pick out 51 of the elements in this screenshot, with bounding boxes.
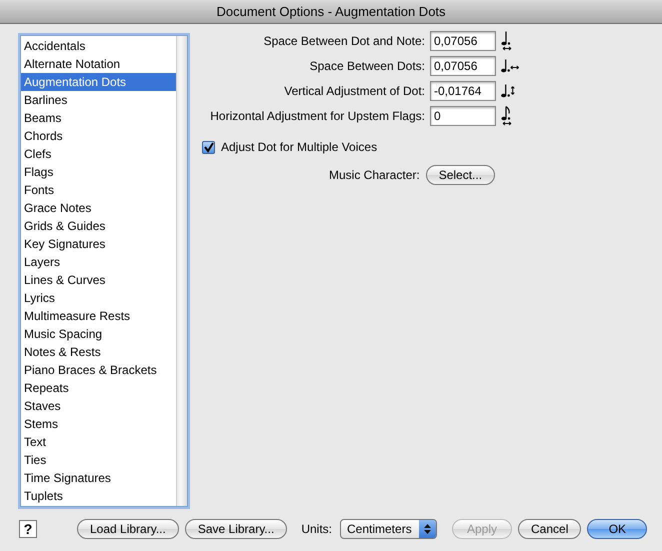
input-field[interactable]: -0,01764 <box>430 81 496 101</box>
checkbox-label: Adjust Dot for Multiple Voices <box>221 139 378 156</box>
list-item[interactable]: Augmentation Dots <box>21 73 176 91</box>
window-title: Document Options - Augmentation Dots <box>216 2 446 21</box>
list-item[interactable]: Repeats <box>21 379 176 397</box>
list-item[interactable]: Layers <box>21 253 176 271</box>
dialog-button[interactable]: Cancel <box>518 519 582 539</box>
note-dot-icon <box>501 106 512 126</box>
field-label: Music Character: <box>329 167 420 184</box>
list-item[interactable]: Multimeasure Rests <box>21 307 176 325</box>
note-dot-icon <box>501 31 512 51</box>
input-field[interactable]: 0 <box>430 106 496 126</box>
select-button[interactable]: Select... <box>426 165 496 185</box>
list-item[interactable]: Notes & Rests <box>21 343 176 361</box>
input-field[interactable]: 0,07056 <box>430 31 496 51</box>
list-item[interactable]: Time Signatures <box>21 469 176 487</box>
field-label: Vertical Adjustment of Dot: <box>284 83 425 100</box>
list-item[interactable]: Ties <box>21 451 176 469</box>
stepper-icon <box>424 523 431 535</box>
note-dot-icon <box>501 59 520 73</box>
input-field[interactable]: 0,07056 <box>430 56 496 76</box>
list-item[interactable]: Barlines <box>21 91 176 109</box>
field-label: Space Between Dots: <box>310 58 425 75</box>
list-item[interactable]: Lyrics <box>21 289 176 307</box>
list-item[interactable]: Tuplets <box>21 487 176 505</box>
list-item[interactable]: Lines & Curves <box>21 271 176 289</box>
list-item[interactable]: Flags <box>21 163 176 181</box>
units-label: Units: <box>301 521 332 538</box>
field-label: Space Between Dot and Note: <box>264 33 425 50</box>
list-item[interactable]: Fonts <box>21 181 176 199</box>
checkbox[interactable] <box>202 140 215 154</box>
list-item[interactable]: Beams <box>21 109 176 127</box>
list-item[interactable]: Staves <box>21 397 176 415</box>
library-button[interactable]: Load Library... <box>77 519 179 539</box>
field-label: Horizontal Adjustment for Upstem Flags: <box>210 108 425 125</box>
help-button[interactable]: ? <box>19 520 37 538</box>
list-item[interactable]: Stems <box>21 415 176 433</box>
units-dropdown[interactable]: Centimeters <box>340 519 437 539</box>
list-item[interactable]: Grace Notes <box>21 199 176 217</box>
dialog-button[interactable]: OK <box>587 519 648 539</box>
list-item[interactable]: Accidentals <box>21 37 176 55</box>
list-item[interactable]: Text <box>21 433 176 451</box>
note-dot-icon <box>501 84 516 98</box>
list-item[interactable]: Music Spacing <box>21 325 176 343</box>
list-item[interactable]: Piano Braces & Brackets <box>21 361 176 379</box>
list-item[interactable]: Chords <box>21 127 176 145</box>
list-item[interactable]: Clefs <box>21 145 176 163</box>
list-item[interactable]: Grids & Guides <box>21 217 176 235</box>
list-item[interactable]: Alternate Notation <box>21 55 176 73</box>
library-button[interactable]: Save Library... <box>184 519 288 539</box>
list-item[interactable]: Key Signatures <box>21 235 176 253</box>
